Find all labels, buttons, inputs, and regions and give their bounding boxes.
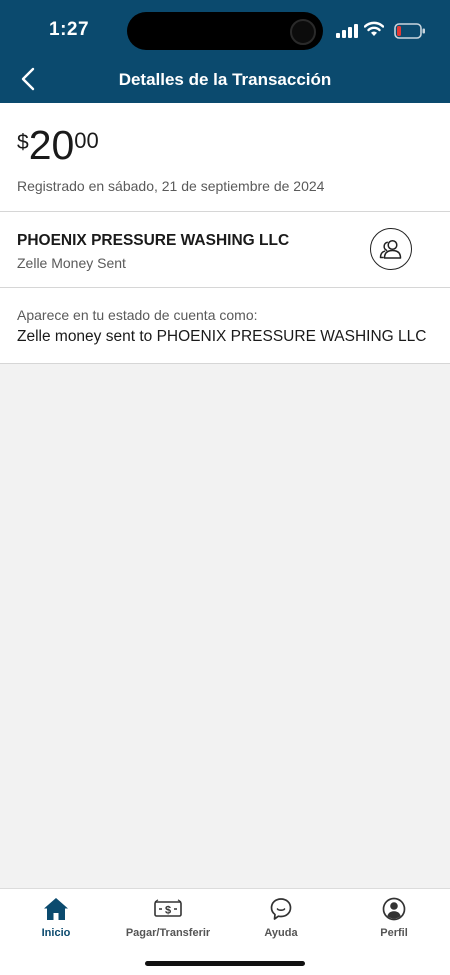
tab-perfil[interactable]: Perfil (338, 895, 450, 947)
transaction-amount: $2000 (17, 125, 99, 166)
status-bar: 1:27 (0, 0, 450, 60)
status-time: 1:27 (49, 19, 90, 40)
svg-text:$: $ (165, 905, 171, 917)
tab-label: Inicio (41, 927, 71, 939)
home-icon (44, 898, 68, 920)
statement-value: Zelle money sent to PHOENIX PRESSURE WAS… (17, 328, 427, 345)
merchant-subtitle: Zelle Money Sent (17, 255, 126, 271)
contacts-icon (379, 239, 402, 259)
merchant-name: PHOENIX PRESSURE WASHING LLC (17, 232, 290, 249)
tab-pagar-transferir[interactable]: $ Pagar/Transferir (112, 895, 224, 947)
amount-section: $2000 Registrado en sábado, 21 de septie… (0, 103, 450, 212)
statement-label: Aparece en tu estado de cuenta como: (17, 307, 258, 323)
statement-section: Aparece en tu estado de cuenta como: Zel… (0, 288, 450, 364)
amount-currency: $ (17, 131, 29, 154)
money-transfer-icon: $ (154, 899, 182, 917)
amount-cents: 00 (74, 128, 99, 153)
app-header: 1:27 Detalles de la Transacción (0, 0, 450, 103)
home-indicator (145, 961, 305, 966)
page-title: Detalles de la Transacción (118, 70, 332, 89)
cellular-signal-icon (336, 24, 358, 38)
tab-ayuda[interactable]: Ayuda (225, 895, 337, 947)
tab-label: Perfil (380, 927, 408, 939)
wifi-icon (364, 21, 384, 36)
amount-whole: 20 (28, 122, 75, 168)
tab-label: Ayuda (264, 927, 298, 939)
transaction-details: $2000 Registrado en sábado, 21 de septie… (0, 103, 450, 364)
registered-date: Registrado en sábado, 21 de septiembre d… (17, 178, 325, 194)
battery-low-icon (394, 23, 425, 39)
nav-bar: Detalles de la Transacción (0, 60, 450, 103)
chat-bubble-icon (270, 898, 292, 920)
merchant-section: PHOENIX PRESSURE WASHING LLC Zelle Money… (0, 212, 450, 288)
camera-icon (290, 19, 316, 45)
tab-inicio[interactable]: Inicio (0, 895, 112, 947)
contact-button[interactable] (370, 228, 412, 270)
tab-label: Pagar/Transferir (125, 927, 211, 939)
profile-icon (382, 897, 406, 921)
